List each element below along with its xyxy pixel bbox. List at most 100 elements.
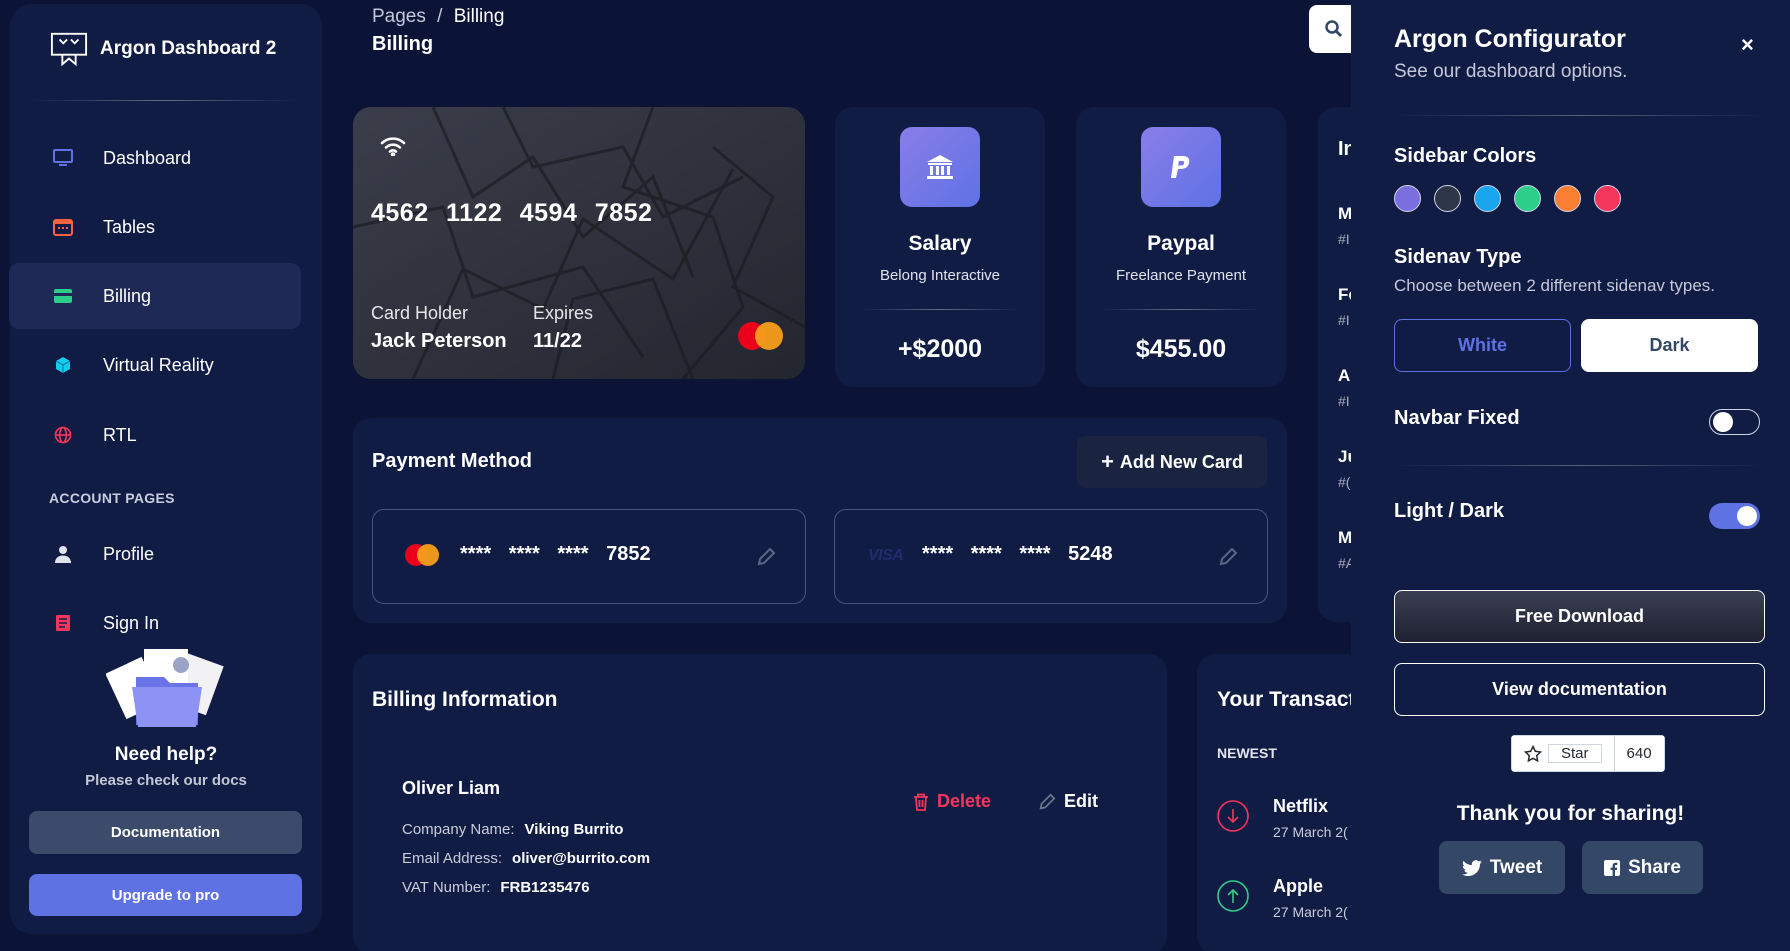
github-star-button[interactable]: Star — [1511, 735, 1615, 772]
add-new-card-label: Add New Card — [1119, 451, 1243, 472]
sidebar-item-label: Virtual Reality — [103, 354, 214, 375]
vat-label: VAT Number: — [402, 879, 491, 896]
globe-icon — [48, 426, 78, 444]
sidebar-colors-label: Sidebar Colors — [1394, 145, 1537, 167]
page-title: Billing — [372, 33, 434, 55]
star-icon — [1524, 744, 1542, 762]
color-swatch-info[interactable] — [1474, 185, 1501, 212]
twitter-icon — [1461, 859, 1482, 876]
stat-divider — [860, 309, 1020, 310]
sidebar-item-dashboard[interactable]: Dashboard — [9, 125, 301, 191]
arrow-up-icon — [1217, 880, 1249, 912]
free-download-button[interactable]: Free Download — [1394, 590, 1765, 643]
email-label: Email Address: — [402, 850, 503, 867]
wifi-icon — [380, 137, 406, 156]
sidenav-dark-button[interactable]: Dark — [1581, 319, 1758, 372]
sidenav-white-button[interactable]: White — [1394, 319, 1571, 372]
documentation-button[interactable]: Documentation — [29, 811, 302, 854]
brand[interactable]: Argon Dashboard 2 — [50, 30, 276, 68]
transaction-name: Apple — [1273, 876, 1324, 896]
email-row: Email Address: oliver@burrito.com — [402, 850, 650, 867]
invoice-id: #I — [1338, 231, 1350, 247]
view-documentation-button[interactable]: View documentation — [1394, 663, 1765, 716]
sidebar-item-label: Tables — [103, 216, 156, 237]
delete-label: Delete — [937, 791, 992, 811]
light-dark-toggle[interactable] — [1709, 503, 1760, 529]
sidebar-item-tables[interactable]: Tables — [9, 194, 301, 260]
visa-icon: VISA — [868, 547, 904, 564]
pencil-icon[interactable] — [756, 547, 776, 567]
help-illustration-icon — [106, 649, 224, 727]
transactions-title: Your Transact — [1217, 688, 1356, 711]
card-holder-label: Card Holder — [371, 303, 469, 323]
sidebar-item-label: Dashboard — [103, 147, 192, 168]
stat-divider — [1101, 309, 1261, 310]
invoice-id: #I — [1338, 393, 1350, 409]
arrow-down-icon — [1217, 800, 1249, 832]
light-dark-label: Light / Dark — [1394, 500, 1505, 522]
color-swatch-primary[interactable] — [1394, 185, 1421, 212]
card-holder-name: Jack Peterson — [371, 330, 507, 352]
sidebar-item-profile[interactable]: Profile — [9, 521, 301, 587]
pencil-icon — [1039, 793, 1056, 809]
navbar-fixed-toggle[interactable] — [1709, 409, 1760, 435]
masked-digits: **** **** **** — [922, 543, 1051, 565]
breadcrumb: Pages / Billing — [372, 6, 504, 28]
configurator-subtitle: See our dashboard options. — [1394, 61, 1628, 82]
tweet-button[interactable]: Tweet — [1439, 841, 1565, 894]
edit-label: Edit — [1064, 791, 1098, 811]
mastercard-icon — [738, 322, 783, 350]
plus-icon: + — [1101, 449, 1114, 474]
stat-title: Paypal — [1147, 232, 1215, 255]
close-icon[interactable]: × — [1741, 32, 1754, 58]
sidebar-item-virtual-reality[interactable]: Virtual Reality — [9, 332, 301, 398]
star-count: 640 — [1614, 735, 1665, 772]
document-icon — [48, 614, 78, 632]
edit-button[interactable]: Edit — [1038, 791, 1098, 812]
delete-button[interactable]: Delete — [913, 791, 991, 812]
color-swatch-danger[interactable] — [1594, 185, 1621, 212]
pencil-icon[interactable] — [1218, 547, 1238, 567]
stat-value: $455.00 — [1135, 335, 1227, 363]
add-new-card-button[interactable]: + Add New Card — [1077, 436, 1267, 488]
section-label-account-pages: ACCOUNT PAGES — [49, 490, 175, 506]
configurator-title: Argon Configurator — [1394, 25, 1626, 53]
sidenav-type-label: Sidenav Type — [1394, 246, 1522, 268]
expires-value: 11/22 — [533, 330, 582, 352]
breadcrumb-separator: / — [437, 6, 443, 27]
salary-card: Salary Belong Interactive +$2000 — [835, 107, 1045, 387]
color-swatch-success[interactable] — [1514, 185, 1541, 212]
color-swatch-dark[interactable] — [1434, 185, 1461, 212]
card-number: 4562 1122 4594 7852 — [371, 199, 653, 227]
masked-number: **** **** **** 7852 — [460, 543, 651, 566]
monitor-icon — [48, 149, 78, 167]
payment-method-title: Payment Method — [372, 450, 533, 472]
payment-card-mastercard[interactable]: **** **** **** 7852 — [372, 509, 806, 604]
share-button[interactable]: Share — [1582, 841, 1703, 894]
sidebar-item-rtl[interactable]: RTL — [9, 402, 301, 468]
billing-information-card: Billing Information Oliver Liam Company … — [353, 654, 1167, 951]
company-row: Company Name: Viking Burrito — [402, 821, 623, 838]
masked-digits: **** **** **** — [460, 543, 589, 565]
last-four: 7852 — [606, 543, 651, 565]
payment-method-card: Payment Method + Add New Card **** **** … — [353, 418, 1287, 623]
search-icon — [1325, 20, 1342, 37]
toggle-knob — [1713, 412, 1733, 432]
stat-title: Salary — [908, 232, 972, 255]
invoice-id: #( — [1338, 474, 1351, 490]
sidebar-item-billing[interactable]: Billing — [9, 263, 301, 329]
upgrade-to-pro-button[interactable]: Upgrade to pro — [29, 874, 302, 916]
credit-card: 4562 1122 4594 7852 Card Holder Jack Pet… — [353, 107, 805, 379]
trash-icon — [914, 793, 928, 811]
payment-card-visa[interactable]: VISA **** **** **** 5248 — [834, 509, 1268, 604]
github-star-widget[interactable]: Star 640 — [1511, 735, 1665, 772]
configurator-divider — [1394, 115, 1765, 116]
stat-subtitle: Freelance Payment — [1115, 267, 1247, 284]
vat-value: FRB1235476 — [500, 879, 590, 896]
sidenav-type-description: Choose between 2 different sidenav types… — [1394, 276, 1716, 295]
transaction-name: Netflix — [1273, 796, 1329, 816]
breadcrumb-root[interactable]: Pages — [372, 6, 426, 27]
color-swatch-warning[interactable] — [1554, 185, 1581, 212]
bank-icon — [900, 127, 980, 207]
calendar-icon — [48, 218, 78, 236]
